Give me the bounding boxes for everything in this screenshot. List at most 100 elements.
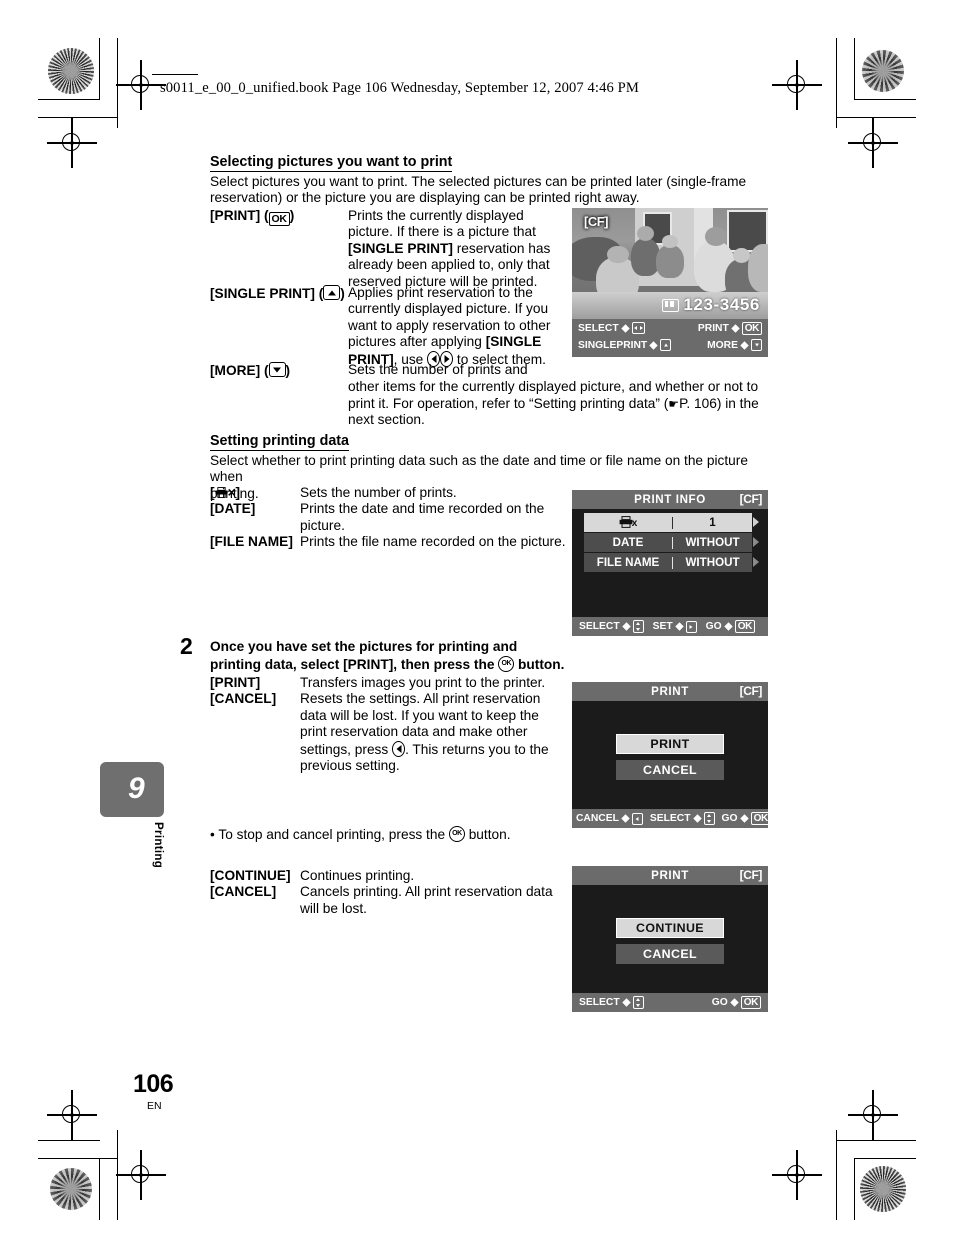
menu-row-label: x [584,516,672,529]
footer-select-label: SELECT [579,621,620,632]
lcd-photo: [CF] 123-3456 [572,208,768,319]
desc-continue: Continues printing. [300,868,415,883]
desc-line: will be lost. [300,900,367,916]
section-heading-selecting-pictures: Selecting pictures you want to print [210,154,453,172]
footer-go-label: GO [705,621,722,632]
stop-printing-note: • To stop and cancel printing, press the… [210,826,570,843]
down-pad-icon [751,339,762,351]
lcd-option-print[interactable]: PRINT [616,734,724,754]
page-header: s0011_e_00_0_unified.book Page 106 Wedne… [160,80,639,96]
menu-arrow-icon [753,517,759,527]
term-print-label: [PRINT] ( [210,208,269,223]
ok-round-button-icon: OK [498,655,515,672]
menu-arrow-icon [753,537,759,547]
lcd-option-cancel[interactable]: CANCEL [616,944,724,964]
lcd-option-cancel[interactable]: CANCEL [616,760,724,780]
term-print: [PRINT] [210,675,261,690]
lcd-print-info-footer: SELECT SET GO OK [572,617,768,636]
desc-line: currently displayed picture. If you [348,301,549,317]
definition-more: [MORE] () Sets the number of prints and … [210,362,775,429]
desc-line: pictures after applying [SINGLE [348,334,542,350]
ok-round-button-icon: OK [448,826,465,842]
reference-icon: ☛ [668,396,680,411]
section1-intro: Select pictures you want to print. The s… [210,174,770,207]
lcd-option-continue[interactable]: CONTINUE [616,918,724,938]
term-date: [DATE] [210,501,256,517]
stop-printing-note-a: • To stop and cancel printing, press the [210,827,449,842]
footer-print-label: PRINT [697,323,729,334]
menu-row-print-count[interactable]: x 1 [584,513,752,532]
menu-row-file-name[interactable]: FILE NAME WITHOUT [584,553,752,572]
definition-print-cancel: [PRINT] Transfers images you print to th… [210,675,570,774]
step-number: 2 [180,633,193,659]
lcd-cf-label: [CF] [584,214,609,229]
menu-arrow-icon [753,557,759,567]
chapter-tab-number: 9 [128,772,145,805]
desc-line: data will be lost. If you want to keep t… [300,707,539,723]
footer-cancel-label: CANCEL [576,813,619,824]
term-cancel: [CANCEL] [210,691,277,707]
desc-line: Sets the number of prints and [348,362,528,377]
footer-set-label: SET [652,621,673,632]
desc-line: Prints the date and time recorded on the [300,501,545,517]
step2-line2-a: printing data, select [PRINT], then pres… [210,656,499,672]
lcd-file-number: 123-3456 [662,295,760,315]
chapter-tab-label: Printing [152,822,165,869]
desc-line: next section. [348,412,425,428]
footer-go-label: GO [711,997,728,1008]
header-rule [152,74,198,76]
lcd-cf-label: [CF] [739,868,763,882]
desc-line: Prints the currently displayed [348,208,524,223]
lcd-print-title: PRINT [572,682,768,701]
ok-key-icon: OK [750,812,771,825]
definition-continue-cancel: [CONTINUE] Continues printing. [CANCEL] … [210,868,570,917]
desc-bold: [SINGLE [485,334,542,350]
section2-intro-line1: Select whether to print printing data su… [210,453,748,485]
menu-row-date[interactable]: DATE WITHOUT [584,533,752,552]
desc-line: [SINGLE PRINT] reservation has [348,240,551,256]
lcd-print-info-title: PRINT INFO [572,490,768,509]
desc-line: picture. If there is a picture that [348,224,536,240]
lcd-continue-screen: PRINT [CF] CONTINUE CANCEL SELECT GO OK [572,866,768,1012]
term-single-print-suffix: ) [340,286,345,301]
left-pad-icon [631,812,643,825]
term-more-label: [MORE] ( [210,363,269,378]
ok-key-icon: OK [740,996,761,1009]
desc-print: Transfers images you print to the printe… [300,675,546,690]
right-pad-icon [685,620,697,633]
left-right-pad-icon [631,322,645,334]
footer-go-label: GO [721,813,738,824]
desc-print-count: Sets the number of prints. [300,485,457,500]
menu-row-value: WITHOUT [685,556,740,569]
footer-singleprint-label: SINGLEPRINT [578,339,648,351]
desc-line: print it. For operation, refer to “Setti… [348,395,759,411]
ok-key-icon: OK [734,620,755,633]
up-down-pad-icon [632,996,644,1009]
arrow-down-button-icon [268,362,286,377]
desc-line: previous setting. [300,758,400,774]
footer-select-label: SELECT [579,997,620,1008]
term-continue: [CONTINUE] [210,868,291,883]
term-cancel-printing: [CANCEL] [210,884,277,900]
step2-line1: Once you have set the pictures for print… [210,639,518,654]
step2-line2: printing data, select [PRINT], then pres… [210,655,570,674]
desc-line: already been applied to, only that [348,257,550,273]
arrow-up-button-icon [323,285,341,300]
desc-bold: [SINGLE PRINT] [348,240,453,256]
menu-row-label: FILE NAME [596,556,660,569]
desc-file-name: Prints the file name recorded on the pic… [300,534,566,550]
up-down-pad-icon [703,812,715,825]
desc-line: print reservation data and make other [300,724,528,740]
footer-select-label: SELECT [578,322,619,334]
step2-instruction: Once you have set the pictures for print… [210,638,570,673]
lcd-continue-footer: SELECT GO OK [572,993,768,1012]
lcd-cf-label: [CF] [739,684,763,698]
desc-line: Resets the settings. All print reservati… [300,691,541,707]
menu-row-value: 1 [709,516,716,529]
lcd-continue-title: PRINT [572,866,768,885]
lcd-playback-screen: [CF] 123-3456 SELECT PRINT OK SINGLEPRINT… [572,208,768,357]
file-number-value: 123-3456 [683,295,760,314]
up-pad-icon [660,339,672,351]
section1-intro-line2: reservation) or the picture you are disp… [210,190,640,206]
printer-icon [619,516,633,528]
